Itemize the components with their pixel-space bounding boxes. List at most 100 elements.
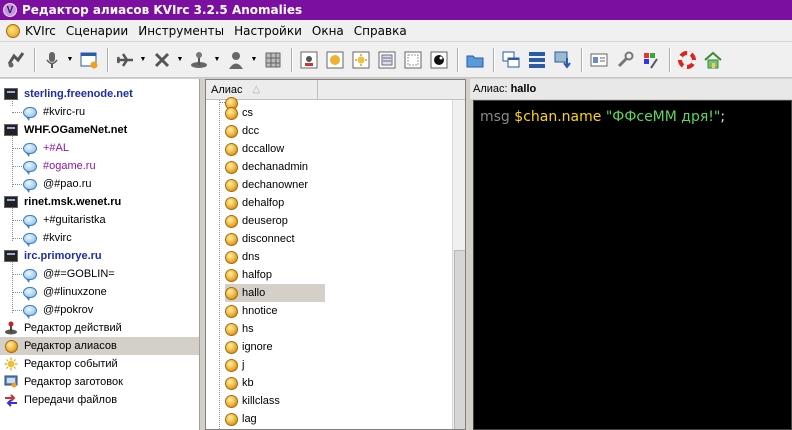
new-window-icon[interactable] <box>77 47 101 73</box>
channel-item[interactable]: #kvirc <box>0 229 199 247</box>
joystick-icon[interactable] <box>187 47 211 73</box>
chevron-down-icon[interactable]: ▼ <box>139 47 147 73</box>
alias-label: hnotice <box>242 305 278 317</box>
alias-label: killclass <box>242 395 280 407</box>
tool-label: Передачи файлов <box>24 394 118 406</box>
console-icon[interactable] <box>297 47 321 73</box>
tile-icon[interactable] <box>525 47 549 73</box>
code-variable: $chan.name <box>514 109 602 125</box>
alias-ball-icon <box>225 214 238 228</box>
download-icon[interactable] <box>551 47 575 73</box>
alias-ball-icon <box>3 339 19 353</box>
alias-item[interactable]: hnotice <box>206 302 450 320</box>
menu-windows[interactable]: Окна <box>307 24 349 38</box>
scrollbar-thumb[interactable] <box>454 250 465 429</box>
channel-bubble-icon <box>23 286 37 301</box>
kvirc-app-icon[interactable]: V <box>3 3 17 17</box>
server-icon[interactable] <box>261 47 285 73</box>
code-command: msg <box>480 109 510 125</box>
code-string: "ФФсеММ дря!" <box>605 109 721 125</box>
sun-icon[interactable] <box>349 47 373 73</box>
alias-item[interactable]: kb <box>206 374 450 392</box>
tool-item-template-editor[interactable]: Редактор заготовок <box>0 373 199 391</box>
alias-item[interactable]: dcc <box>206 122 450 140</box>
alias-item[interactable]: cs <box>206 104 450 122</box>
tool-item-file-transfers[interactable]: Передачи файлов <box>0 391 199 409</box>
alias-label: hs <box>242 323 254 335</box>
tool-item-event-editor[interactable]: Редактор событий <box>0 355 199 373</box>
home-icon[interactable] <box>701 47 725 73</box>
help-lifebuoy-icon[interactable] <box>675 47 699 73</box>
alias-item[interactable]: killclass <box>206 392 450 410</box>
alias-item[interactable]: lag <box>206 410 450 428</box>
chevron-down-icon[interactable]: ▼ <box>176 47 184 73</box>
alias-item[interactable]: dechanowner <box>206 176 450 194</box>
document-icon[interactable] <box>375 47 399 73</box>
channel-item[interactable]: @#pao.ru <box>0 175 199 193</box>
code-editor[interactable]: msg $chan.name "ФФсеММ дря!"; <box>473 100 792 430</box>
channel-item[interactable]: @#linuxzone <box>0 283 199 301</box>
chevron-down-icon[interactable]: ▼ <box>66 47 74 73</box>
chevron-down-icon[interactable]: ▼ <box>213 47 221 73</box>
alias-item[interactable]: hs <box>206 320 450 338</box>
alias-ball-icon <box>225 394 238 408</box>
chevron-down-icon[interactable]: ▼ <box>250 47 258 73</box>
channel-item[interactable]: #kvirc-ru <box>0 103 199 121</box>
server-console-icon <box>4 250 18 262</box>
menu-settings[interactable]: Настройки <box>229 24 307 38</box>
plane-icon[interactable] <box>113 47 137 73</box>
alias-item[interactable]: ignore <box>206 338 450 356</box>
main-toolbar: ▼ ▼ ▼ ▼ ▼ <box>0 42 792 78</box>
wrench-icon[interactable] <box>613 47 637 73</box>
tool-item-action-editor[interactable]: Редактор действий <box>0 319 199 337</box>
alias-item[interactable]: dccallow <box>206 140 450 158</box>
alias-item[interactable]: j <box>206 356 450 374</box>
channel-item[interactable]: +#AL <box>0 139 199 157</box>
toolbar-separator <box>457 47 459 72</box>
folder-icon[interactable] <box>463 47 487 73</box>
channel-item[interactable]: @#=GOBLIN= <box>0 265 199 283</box>
window-icon[interactable] <box>401 47 425 73</box>
server-label: irc.primorye.ru <box>24 250 102 262</box>
alias-item[interactable]: dehalfop <box>206 194 450 212</box>
server-item[interactable]: sterling.freenode.net <box>0 85 199 103</box>
menu-kvirc[interactable]: KVIrc <box>20 24 61 38</box>
server-label: WHF.OGameNet.net <box>24 124 128 136</box>
cascade-icon[interactable] <box>499 47 523 73</box>
tool-item-alias-editor[interactable]: Редактор алиасов <box>0 337 199 355</box>
alias-label-prefix: Алиас: <box>473 83 508 95</box>
channel-item[interactable]: @#pokrov <box>0 301 199 319</box>
server-label: sterling.freenode.net <box>24 88 133 100</box>
paint-icon[interactable] <box>639 47 663 73</box>
card-icon[interactable] <box>587 47 611 73</box>
menu-scripts[interactable]: Сценарии <box>61 24 133 38</box>
menu-help[interactable]: Справка <box>349 24 412 38</box>
alias-label: dehalfop <box>242 197 285 209</box>
alias-item[interactable]: halfop <box>206 266 450 284</box>
channel-item[interactable]: +#guitaristka <box>0 211 199 229</box>
kvirc-menu-icon[interactable] <box>6 23 20 38</box>
alias-ball-icon <box>225 142 238 156</box>
server-item[interactable]: rinet.msk.wenet.ru <box>0 193 199 211</box>
menu-tools[interactable]: Инструменты <box>133 24 229 38</box>
alias-ball-icon <box>225 160 238 174</box>
tools-icon[interactable] <box>150 47 174 73</box>
alias-label: dccallow <box>242 143 285 155</box>
alias-list-scrollbar[interactable] <box>452 100 465 429</box>
channel-bubble-icon <box>23 178 37 193</box>
microphone-icon[interactable] <box>40 47 64 73</box>
alias-item-selected[interactable]: hallo <box>206 284 450 302</box>
window-tree: sterling.freenode.net #kvirc-ru WHF.OGam… <box>0 79 200 430</box>
connect-icon[interactable] <box>4 47 28 73</box>
smiley-icon[interactable] <box>323 47 347 73</box>
tool-label: Редактор заготовок <box>24 376 123 388</box>
alias-item[interactable]: disconnect <box>206 230 450 248</box>
channel-item[interactable]: #ogame.ru <box>0 157 199 175</box>
circle-icon[interactable] <box>427 47 451 73</box>
server-item[interactable]: irc.primorye.ru <box>0 247 199 265</box>
server-item[interactable]: WHF.OGameNet.net <box>0 121 199 139</box>
alias-item[interactable]: deuserop <box>206 212 450 230</box>
alias-item[interactable]: dechanadmin <box>206 158 450 176</box>
alias-item[interactable]: dns <box>206 248 450 266</box>
user-icon[interactable] <box>224 47 248 73</box>
